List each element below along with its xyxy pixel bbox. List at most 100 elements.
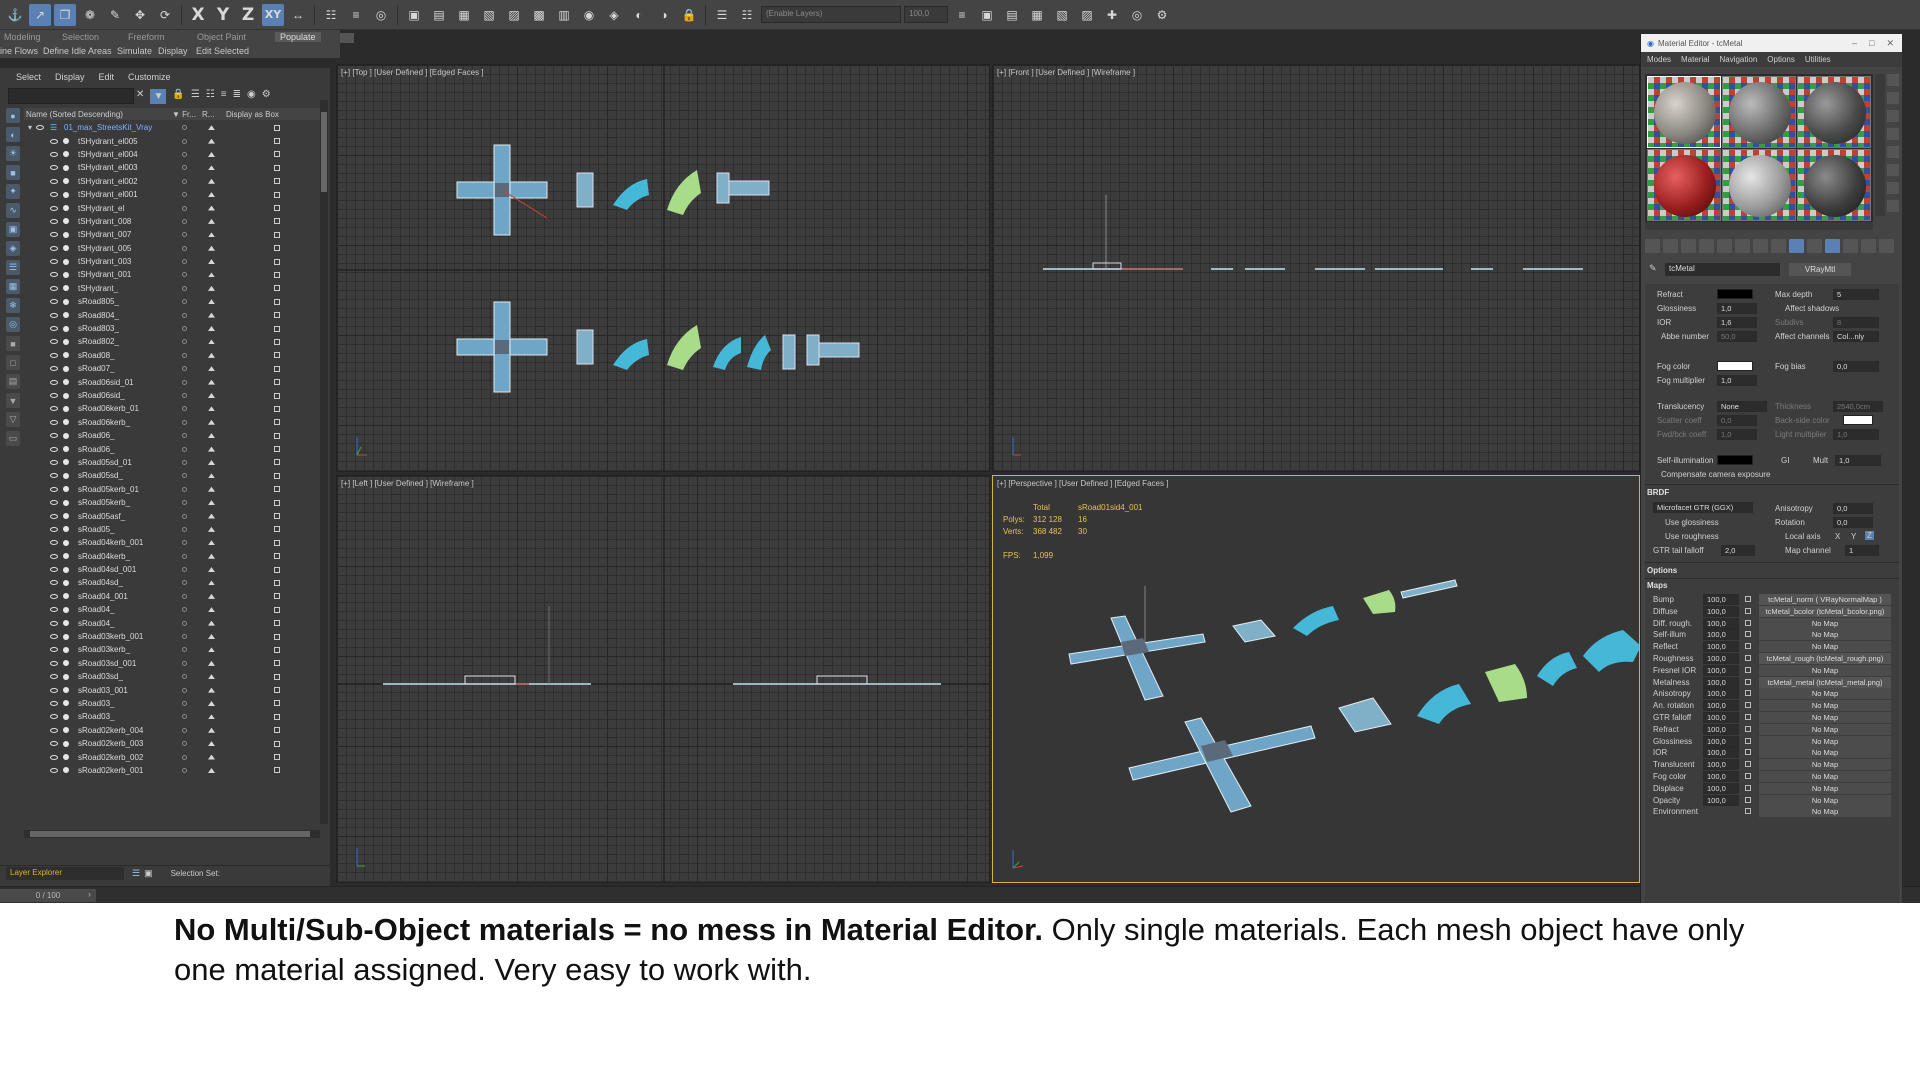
map-channel-field[interactable]: 1: [1845, 545, 1879, 556]
xref-filter-icon[interactable]: ◈: [6, 241, 20, 256]
tree-row[interactable]: sRoad02kerb_001: [24, 764, 320, 777]
box-toggle-icon[interactable]: [274, 218, 280, 225]
ribbon-define-idle[interactable]: Define Idle Areas: [43, 46, 112, 56]
scroll-thumb[interactable]: [321, 112, 327, 192]
time-next-icon[interactable]: ›: [88, 889, 91, 899]
effects-channel-icon[interactable]: [1771, 239, 1786, 253]
material-slot[interactable]: [1722, 149, 1796, 221]
explorer-dropdown[interactable]: Layer Explorer: [6, 867, 124, 880]
box-toggle-icon[interactable]: [274, 660, 280, 667]
assign-material-icon[interactable]: [1681, 239, 1696, 253]
eye-icon[interactable]: [50, 674, 58, 680]
filter-icon[interactable]: ▼: [150, 89, 167, 104]
frozen-icon[interactable]: [182, 607, 187, 613]
gtr-tail-field[interactable]: 2,0: [1721, 545, 1755, 556]
map-button[interactable]: No Map: [1759, 617, 1891, 629]
map-amount-field[interactable]: 100,0: [1703, 676, 1739, 688]
renderable-icon[interactable]: [208, 232, 215, 238]
renderable-icon[interactable]: [208, 326, 215, 332]
map-amount-field[interactable]: 100,0: [1703, 664, 1739, 676]
axis-z-toggle[interactable]: Z: [1865, 531, 1874, 540]
box-toggle-icon[interactable]: [274, 164, 280, 171]
tree-row[interactable]: sRoad03kerb_001: [24, 630, 320, 643]
map-enable-checkbox[interactable]: [1745, 666, 1751, 673]
frozen-icon[interactable]: [182, 259, 187, 265]
affect-channels-dropdown[interactable]: Col...nly: [1833, 331, 1879, 342]
map-button[interactable]: No Map: [1759, 712, 1891, 723]
eye-icon[interactable]: [50, 419, 58, 425]
eye-icon[interactable]: [50, 205, 58, 211]
box-toggle-icon[interactable]: [274, 405, 280, 412]
tree-row[interactable]: sRoad03sd_001: [24, 657, 320, 670]
tool-icon[interactable]: ◑: [653, 4, 675, 26]
map-enable-checkbox[interactable]: [1745, 714, 1751, 720]
ribbon-tab-selection[interactable]: Selection: [62, 32, 99, 42]
ribbon-flows[interactable]: ine Flows: [0, 46, 38, 56]
map-amount-field[interactable]: 100,0: [1703, 617, 1739, 629]
box-toggle-icon[interactable]: [274, 486, 280, 493]
eye-icon[interactable]: [50, 393, 58, 398]
renderable-icon[interactable]: [208, 272, 215, 278]
renderable-icon[interactable]: [208, 567, 215, 573]
box-toggle-icon[interactable]: [274, 740, 280, 747]
eye-icon[interactable]: [50, 526, 58, 532]
box-toggle-icon[interactable]: [274, 365, 280, 372]
map-enable-checkbox[interactable]: [1745, 643, 1751, 650]
eye-icon[interactable]: [50, 138, 58, 144]
map-enable-checkbox[interactable]: [1745, 808, 1751, 815]
link-icon[interactable]: ⚓: [4, 4, 26, 26]
expand-icon[interactable]: ▾: [28, 123, 32, 132]
renderable-icon[interactable]: [208, 660, 215, 666]
renderable-icon[interactable]: [208, 192, 215, 198]
renderable-icon[interactable]: [208, 459, 215, 465]
rotate-icon[interactable]: ⟳: [154, 4, 176, 26]
material-slot[interactable]: [1647, 149, 1721, 221]
box-toggle-icon[interactable]: [274, 258, 280, 265]
mult-field[interactable]: 1,0: [1835, 455, 1881, 466]
tree-row[interactable]: sRoad08_: [24, 349, 320, 362]
frozen-icon[interactable]: [182, 192, 187, 198]
show-end-icon[interactable]: [1807, 239, 1822, 253]
max-depth-field[interactable]: 5: [1833, 289, 1879, 300]
ribbon-tab-populate[interactable]: Populate: [275, 32, 321, 42]
eye-icon[interactable]: [50, 647, 58, 653]
get-material-icon[interactable]: [1645, 239, 1660, 253]
map-button[interactable]: No Map: [1759, 629, 1891, 641]
eye-icon[interactable]: [50, 245, 58, 251]
viewport-label[interactable]: [+] [Left ] [User Defined ] [Wireframe ]: [341, 479, 474, 488]
renderable-icon[interactable]: [208, 379, 215, 385]
renderable-icon[interactable]: [208, 727, 215, 733]
fwd-bck-field[interactable]: 1,0: [1717, 429, 1757, 440]
map-enable-checkbox[interactable]: [1745, 796, 1751, 803]
eye-icon[interactable]: [50, 165, 58, 171]
box-toggle-icon[interactable]: [274, 673, 280, 680]
material-slot[interactable]: [1722, 76, 1796, 148]
axis-x-toggle[interactable]: X: [1835, 532, 1840, 541]
renderable-icon[interactable]: [208, 607, 215, 613]
hidden-filter-icon[interactable]: ◎: [6, 317, 20, 332]
frozen-icon[interactable]: [182, 165, 187, 171]
box-toggle-icon[interactable]: [274, 513, 280, 520]
map-button[interactable]: No Map: [1759, 747, 1891, 759]
frozen-icon[interactable]: [182, 714, 187, 720]
tree-row[interactable]: sRoad04_: [24, 616, 320, 629]
viewport-label[interactable]: [+] [Top ] [User Defined ] [Edged Faces …: [341, 68, 484, 77]
eye-icon[interactable]: [50, 339, 58, 345]
renderable-icon[interactable]: [208, 218, 215, 224]
tree-row[interactable]: sRoad05kerb_01: [24, 483, 320, 496]
eye-icon[interactable]: [50, 727, 58, 733]
frozen-icon[interactable]: [182, 634, 187, 640]
geometry-filter-icon[interactable]: ●: [6, 108, 20, 123]
map-amount-field[interactable]: 100,0: [1703, 605, 1739, 617]
box-toggle-icon[interactable]: [274, 499, 280, 506]
tree-row[interactable]: sRoad03_: [24, 697, 320, 710]
fog-mult-field[interactable]: 1,0: [1717, 375, 1757, 386]
eye-icon[interactable]: [50, 486, 58, 492]
thickness-field[interactable]: 2540,0cm: [1833, 401, 1883, 412]
tool-icon[interactable]: ▧: [1051, 4, 1073, 26]
box-toggle-icon[interactable]: [274, 539, 280, 546]
tree-row[interactable]: tSHydrant_el005: [24, 134, 320, 147]
renderable-icon[interactable]: [208, 299, 215, 305]
ribbon-edit-selected[interactable]: Edit Selected: [196, 46, 249, 56]
eye-icon[interactable]: [50, 326, 58, 332]
